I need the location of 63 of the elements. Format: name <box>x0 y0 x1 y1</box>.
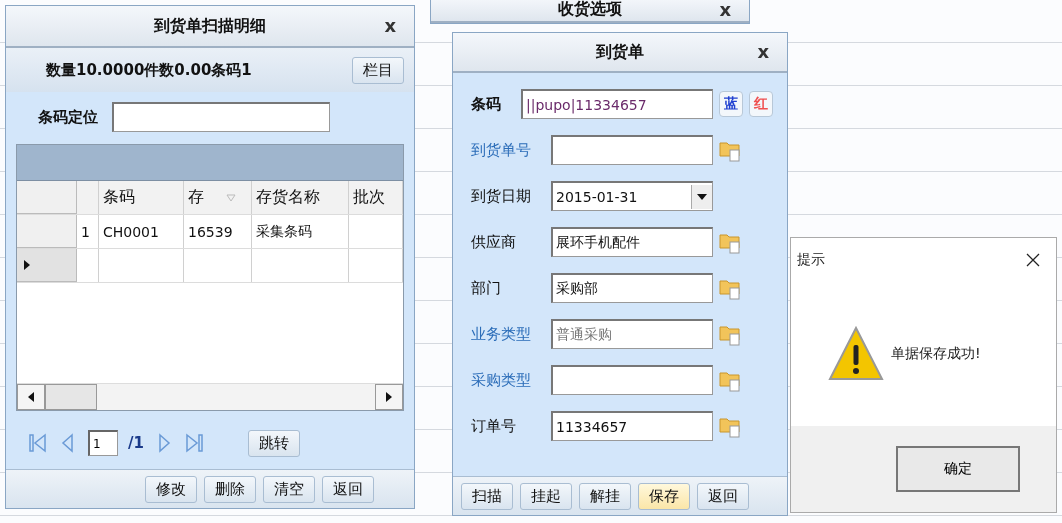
close-button[interactable]: x <box>715 0 735 19</box>
scroll-left-button[interactable] <box>17 384 45 410</box>
last-page-icon[interactable] <box>183 432 204 454</box>
row-number: 1 <box>77 215 99 248</box>
barcode-field[interactable]: ||pupo|11334657 <box>521 89 713 119</box>
close-icon[interactable] <box>1026 253 1040 267</box>
column-header[interactable]: 条码 <box>99 181 184 214</box>
warning-icon <box>827 325 885 383</box>
action-button[interactable]: 清空 <box>263 475 315 503</box>
row-header[interactable] <box>17 249 77 282</box>
field-link[interactable]: 到货单号 <box>471 140 545 160</box>
page-total: /1 <box>128 434 144 452</box>
caret-icon <box>697 193 707 200</box>
column-header[interactable]: 批次 <box>349 181 403 214</box>
action-button[interactable]: 返回 <box>697 482 749 510</box>
table-cell: 采集条码 <box>252 215 349 248</box>
scroll-right-button[interactable] <box>375 384 403 410</box>
locate-label: 条码定位 <box>38 107 98 127</box>
input-field[interactable] <box>551 135 713 165</box>
action-button[interactable]: 挂起 <box>520 482 572 510</box>
column-header[interactable]: 存 <box>184 181 252 214</box>
action-button[interactable]: 扫描 <box>461 482 513 510</box>
input-field[interactable]: 采购部 <box>551 273 713 303</box>
dialog-message: 单据保存成功! <box>891 345 981 363</box>
summary-text: 数量10.0000件数0.00条码1 <box>46 60 252 80</box>
locate-field[interactable] <box>112 102 330 132</box>
input-field[interactable]: 11334657 <box>551 411 713 441</box>
table-cell: CH0001 <box>99 215 184 248</box>
current-row-icon <box>23 259 31 271</box>
field-label: 部门 <box>471 278 502 298</box>
window-title: 到货单 <box>596 41 644 63</box>
input-field[interactable] <box>551 365 713 395</box>
first-page-icon[interactable] <box>28 432 48 454</box>
field-label: 到货日期 <box>471 186 532 206</box>
dropdown-button[interactable] <box>691 184 712 209</box>
page-field[interactable]: 1 <box>88 430 118 456</box>
field-link[interactable]: 采购类型 <box>471 370 545 390</box>
row-header[interactable] <box>17 215 77 248</box>
action-button[interactable]: 删除 <box>204 475 256 503</box>
window-title: 收货选项 <box>558 0 622 20</box>
dialog-title: 提示 <box>797 251 825 269</box>
action-button[interactable]: 解挂 <box>579 482 631 510</box>
jump-button[interactable]: 跳转 <box>247 429 300 457</box>
action-button[interactable]: 保存 <box>638 482 690 510</box>
action-button[interactable]: 返回 <box>322 475 374 503</box>
column-header[interactable]: 存货名称 <box>252 181 349 214</box>
columns-button[interactable]: 栏目 <box>352 56 404 84</box>
field-label: 订单号 <box>471 416 517 436</box>
field-label: 条码 <box>471 94 502 114</box>
input-field[interactable]: 展环手机配件 <box>551 227 713 257</box>
left-arrow-icon <box>27 391 35 403</box>
scroll-thumb[interactable] <box>45 384 97 410</box>
sort-icon <box>226 193 236 202</box>
close-button[interactable]: x <box>380 17 400 35</box>
field-label: 供应商 <box>471 232 517 252</box>
ok-button[interactable]: 确定 <box>896 446 1020 492</box>
input-field[interactable]: 2015-01-31 <box>551 181 713 211</box>
close-button[interactable]: x <box>753 43 773 61</box>
mark-button[interactable]: 蓝 <box>719 91 743 117</box>
right-arrow-icon <box>385 391 393 403</box>
window-title: 到货单扫描明细 <box>154 15 266 37</box>
table-cell: 16539 <box>184 215 252 248</box>
action-button[interactable]: 修改 <box>145 475 197 503</box>
